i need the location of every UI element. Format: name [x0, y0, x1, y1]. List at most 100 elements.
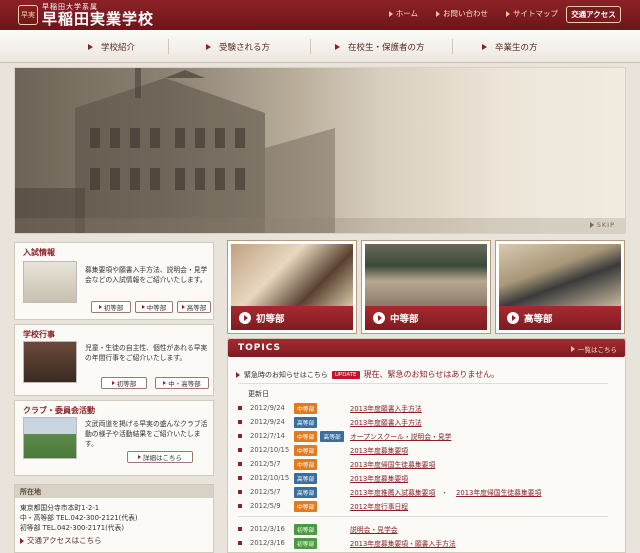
- news-title-link[interactable]: 2013年度募集要項・願書入手方法: [350, 538, 456, 548]
- news-item: 2012/10/15 中等部 2013年度募集要項: [238, 444, 408, 456]
- events-elementary-button[interactable]: 初等部: [101, 377, 147, 389]
- emergency-link[interactable]: 緊急時のお知らせはこちら: [244, 370, 328, 380]
- bullet-icon: [238, 527, 242, 531]
- bullet-icon: [238, 406, 242, 410]
- arrow-circle-icon: [507, 312, 519, 324]
- home-link[interactable]: ホーム: [388, 8, 418, 19]
- school-card-senior[interactable]: 高等部: [495, 240, 625, 334]
- admissions-elementary-button[interactable]: 初等部: [91, 301, 131, 313]
- news-title-link[interactable]: 2013年度帰国生徒募集要項: [456, 487, 541, 497]
- header-links: ホーム お問い合わせ サイトマップ: [388, 8, 558, 19]
- senior-photo: [499, 244, 621, 306]
- news-title-link[interactable]: 2013年度募集要項: [350, 445, 408, 455]
- news-title-link[interactable]: 2013年度願書入手方法: [350, 403, 422, 413]
- news-title-link[interactable]: 説明会・見学会: [350, 524, 398, 534]
- bullet-icon: [238, 541, 242, 545]
- address-heading: 所在地: [15, 485, 213, 498]
- events-description: 児童・生徒の自主性、個性があれる早実の年間行事をご紹介いたします。: [85, 344, 208, 362]
- elementary-photo: [231, 244, 353, 306]
- nav-divider: [452, 39, 453, 54]
- clubs-title[interactable]: クラブ・委員会活動: [23, 405, 95, 416]
- arrow-icon: [506, 10, 510, 17]
- arrow-icon: [163, 381, 167, 385]
- news-item: 2012/3/16 初等部 2013年度募集要項・願書入手方法: [238, 537, 456, 549]
- updated-label: 更新日: [248, 390, 269, 398]
- arrow-icon: [141, 305, 145, 309]
- arrow-icon: [138, 455, 141, 459]
- news-tag: 高等部: [294, 472, 318, 484]
- news-date: 2012/3/16: [250, 525, 285, 533]
- news-title-link[interactable]: 2013年度帰国生徒募集要項: [350, 459, 435, 469]
- emergency-message: 現在、緊急のお知らせはありません。: [363, 370, 500, 379]
- events-junior-senior-button[interactable]: 中・高等部: [155, 377, 209, 389]
- bullet-icon: [238, 504, 242, 508]
- news-item: 2012/7/14 中等部 高等部 オープンスクール・説明会・見学: [238, 430, 451, 442]
- news-title-link[interactable]: 2013年度願書入手方法: [350, 417, 422, 427]
- nav-alumni[interactable]: 卒業生の方: [482, 30, 538, 63]
- news-tag: 中等部: [294, 458, 318, 470]
- bullet-icon: [238, 420, 242, 424]
- bullet-icon: [238, 462, 242, 466]
- junior-photo: [365, 244, 487, 306]
- news-item: 2012/9/24 高等部 2013年度願書入手方法: [238, 416, 422, 428]
- clubs-detail-button[interactable]: 詳細はこちら: [127, 451, 193, 463]
- sitemap-link[interactable]: サイトマップ: [506, 8, 558, 19]
- contact-link[interactable]: お問い合わせ: [436, 8, 488, 19]
- site-logo[interactable]: 早実 早稲田大学系属 早稲田実業学校: [18, 3, 154, 27]
- arrow-icon: [335, 43, 340, 50]
- address-line: 東京都国分寺市本町1-2-1: [20, 504, 100, 512]
- news-tag: 高等部: [294, 416, 318, 428]
- news-item: 2012/5/7 高等部 2013年度推薦入試募集要項・ 2013年度帰国生徒募集要項: [238, 486, 541, 498]
- clubs-description: 文武両道を掲げる早実の盛んなクラブ活動の様子や活動結果をご紹介いたします。: [85, 420, 208, 448]
- topics-header: TOPICS 一覧はこちら: [228, 339, 625, 357]
- bullet-icon: [238, 434, 242, 438]
- news-date: 2012/7/14: [250, 432, 285, 440]
- admissions-junior-button[interactable]: 中等部: [135, 301, 173, 313]
- news-title-link[interactable]: 2013年度募集要項: [350, 473, 408, 483]
- admissions-title[interactable]: 入試情報: [23, 247, 55, 258]
- access-button[interactable]: 交通アクセス: [566, 6, 621, 23]
- nav-students-parents[interactable]: 在校生・保護者の方: [335, 30, 425, 63]
- arrow-icon: [111, 381, 115, 385]
- divider: [238, 516, 608, 517]
- school-card-elementary[interactable]: 初等部: [227, 240, 357, 334]
- topics-list-link[interactable]: 一覧はこちら: [571, 344, 617, 354]
- news-tag: 高等部: [294, 486, 318, 498]
- elementary-phone: 初等部 TEL.042-300-2171(代表): [20, 524, 124, 532]
- admissions-thumbnail: [23, 261, 77, 303]
- school-card-junior[interactable]: 中等部: [361, 240, 491, 334]
- nav-about[interactable]: 学校紹介: [88, 30, 135, 63]
- events-title[interactable]: 学校行事: [23, 329, 55, 340]
- news-item: 2012/9/24 中等部 2013年度願書入手方法: [238, 402, 422, 414]
- news-title-link[interactable]: オープンスクール・説明会・見学: [350, 431, 451, 441]
- admissions-senior-button[interactable]: 高等部: [177, 301, 211, 313]
- bullet-icon: [238, 476, 242, 480]
- topics-section: TOPICS 一覧はこちら 緊急時のお知らせはこちら UPDATE 現在、緊急の…: [227, 338, 626, 553]
- nav-divider: [168, 39, 169, 54]
- news-date: 2012/5/7: [250, 460, 281, 468]
- arrow-icon: [436, 10, 440, 17]
- news-tag: 中等部: [294, 500, 318, 512]
- news-date: 2012/10/15: [250, 474, 290, 482]
- arrow-circle-icon: [373, 312, 385, 324]
- news-title-link[interactable]: 2013年度推薦入試募集要項: [350, 487, 435, 497]
- news-date: 2012/10/15: [250, 446, 290, 454]
- news-tag: 中等部: [294, 430, 318, 442]
- news-tag: 高等部: [320, 430, 344, 442]
- news-tag: 初等部: [294, 523, 318, 535]
- junior-senior-phone: 中・高等部 TEL.042-300-2121(代表): [20, 514, 138, 522]
- news-date: 2012/9/24: [250, 404, 285, 412]
- bullet-icon: [238, 448, 242, 452]
- top-bar: 早実 早稲田大学系属 早稲田実業学校 ホーム お問い合わせ サイトマップ 交通ア…: [0, 0, 640, 30]
- news-title-link[interactable]: 2012年度行事日程: [350, 501, 408, 511]
- access-link[interactable]: 交通アクセスはこちら: [20, 535, 102, 546]
- divider: [238, 383, 608, 384]
- arrow-icon: [181, 305, 185, 309]
- nav-applicants[interactable]: 受験される方: [206, 30, 270, 63]
- events-thumbnail: [23, 341, 77, 383]
- arrow-icon: [20, 537, 24, 544]
- news-item: 2012/3/16 初等部 説明会・見学会: [238, 523, 398, 535]
- news-item: 2012/5/9 中等部 2012年度行事日程: [238, 500, 408, 512]
- skip-button[interactable]: SKIP: [589, 221, 615, 229]
- arrow-icon: [88, 43, 93, 50]
